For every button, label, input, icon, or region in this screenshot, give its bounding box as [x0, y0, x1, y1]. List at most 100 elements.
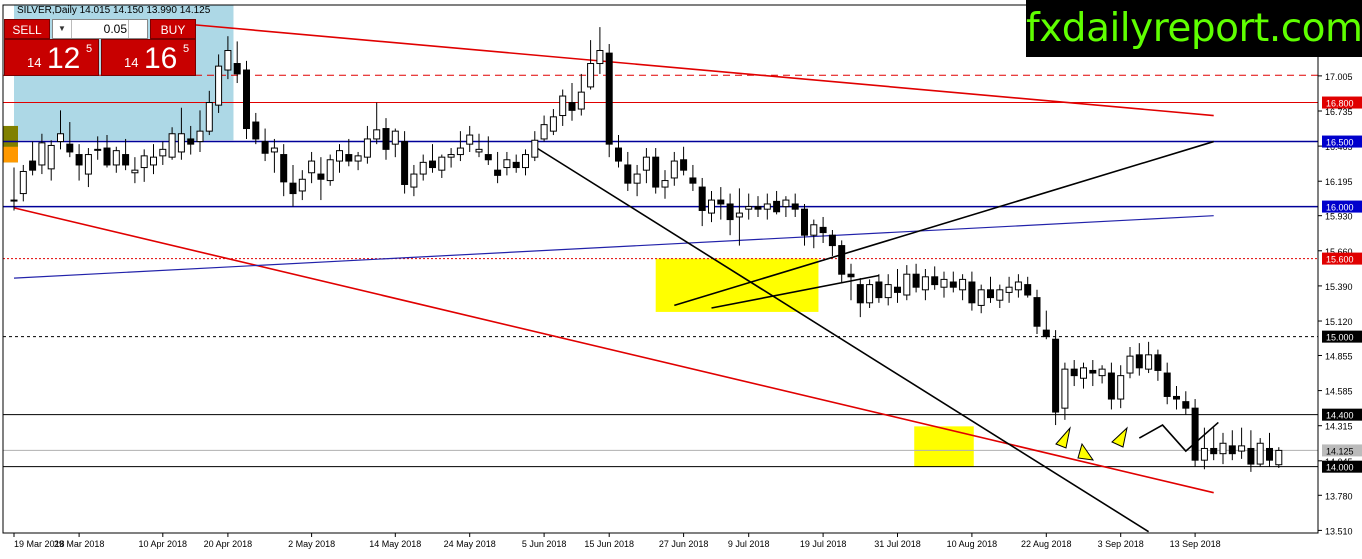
candle-body-123: [1154, 354, 1162, 371]
candle-body-49: [466, 134, 474, 145]
ask-price-point: 5: [183, 43, 190, 55]
candle-body-21: [205, 102, 213, 132]
price-badge-label-15.000: 15.000: [1326, 333, 1354, 343]
x-tick-label-13: 10 Aug 2018: [947, 539, 998, 549]
candle-body-127: [1191, 407, 1199, 461]
price-badge-label-14.000: 14.000: [1326, 463, 1354, 473]
candle-body-40: [382, 128, 390, 150]
bid-price-main: 12: [47, 42, 81, 75]
candle-body-109: [1024, 284, 1032, 296]
candle-body-131: [1228, 445, 1236, 455]
candle-body-130: [1219, 442, 1227, 455]
candle-body-136: [1275, 449, 1283, 466]
ask-price-button[interactable]: 14 16 5: [101, 39, 196, 76]
candle-body-2: [29, 160, 37, 171]
x-tick-label-2: 10 Apr 2018: [139, 539, 188, 549]
x-tick-label-5: 14 May 2018: [369, 539, 421, 549]
price-chart: 17.27517.00516.73516.46516.19515.93015.6…: [2, 4, 1362, 549]
bid-price-point: 5: [86, 43, 93, 55]
candle-body-8: [84, 154, 92, 175]
candle-body-76: [717, 199, 725, 205]
candle-body-1: [19, 170, 27, 195]
candle-body-19: [187, 138, 195, 145]
candle-body-74: [698, 186, 706, 211]
candle-body-110: [1033, 297, 1041, 327]
candle-body-121: [1135, 354, 1143, 369]
candle-body-15: [150, 156, 157, 166]
candle-body-66: [624, 164, 632, 184]
y-tick-label-11: 14.315: [1325, 422, 1353, 432]
spinner-icon[interactable]: [128, 20, 147, 38]
bid-price-prefix: 14: [27, 55, 42, 70]
candle-body-4: [47, 144, 55, 170]
sell-button[interactable]: SELL: [4, 19, 50, 39]
candle-body-12: [122, 154, 130, 166]
candle-body-59: [559, 95, 567, 117]
candle-body-129: [1210, 447, 1218, 455]
candle-body-70: [661, 180, 669, 188]
candle-body-24: [233, 63, 241, 75]
x-tick-label-1: 29 Mar 2018: [54, 539, 105, 549]
lot-size-value[interactable]: 0.05: [104, 20, 127, 38]
candle-body-64: [605, 52, 613, 145]
candle-body-13: [131, 169, 139, 174]
candle-body-54: [512, 161, 520, 169]
candle-body-128: [1200, 447, 1208, 461]
candle-body-126: [1182, 401, 1190, 409]
candle-body-63: [596, 50, 604, 65]
candle-body-16: [159, 148, 167, 157]
projection-arrow-down-icon: [1077, 442, 1095, 461]
candle-body-68: [642, 156, 650, 171]
candle-body-17: [168, 133, 176, 158]
candle-body-51: [484, 154, 492, 161]
price-badge-label-16.500: 16.500: [1326, 138, 1354, 148]
candle-body-86: [810, 224, 818, 236]
candle-body-102: [959, 278, 967, 291]
y-tick-label-5: 15.930: [1325, 212, 1353, 222]
candle-body-93: [875, 281, 883, 299]
candle-body-30: [289, 182, 297, 195]
candle-body-111: [1042, 329, 1050, 338]
x-tick-label-11: 19 Jul 2018: [800, 539, 847, 549]
candle-body-120: [1126, 355, 1134, 374]
candle-body-36: [345, 154, 353, 162]
candle-body-107: [1005, 286, 1013, 293]
candle-body-37: [354, 155, 362, 162]
candle-body-14: [140, 155, 148, 169]
x-tick-label-3: 20 Apr 2018: [204, 539, 253, 549]
candle-body-35: [336, 150, 343, 162]
price-badge-label-14.125: 14.125: [1326, 446, 1354, 456]
candle-body-45: [429, 160, 436, 169]
chart-area: 17.27517.00516.73516.46516.19515.93015.6…: [0, 0, 1362, 554]
candle-body-105: [987, 289, 994, 299]
candle-body-133: [1247, 447, 1255, 465]
candle-body-50: [475, 148, 483, 153]
bid-price-button[interactable]: 14 12 5: [4, 39, 99, 76]
candle-body-7: [75, 154, 83, 166]
candle-body-99: [931, 276, 939, 286]
y-tick-label-1: 17.005: [1325, 72, 1353, 82]
brand-logo: fxdailyreport.com: [1026, 0, 1362, 57]
lot-size-field[interactable]: ▼ 0.05: [52, 19, 148, 39]
projection-path: [1138, 421, 1219, 453]
candle-body-26: [252, 121, 260, 140]
candle-body-48: [456, 147, 464, 156]
buy-button[interactable]: BUY: [150, 19, 196, 39]
candle-body-106: [996, 289, 1004, 301]
y-tick-label-9: 14.855: [1325, 351, 1353, 361]
candle-body-29: [280, 154, 288, 183]
candle-body-108: [1014, 281, 1022, 291]
candle-body-89: [838, 245, 846, 275]
candle-body-94: [884, 284, 892, 299]
candle-body-90: [847, 273, 855, 278]
zone-marker-orange: [3, 146, 18, 163]
candle-body-125: [1173, 395, 1180, 400]
candle-body-100: [940, 278, 948, 288]
candle-body-43: [410, 173, 418, 188]
candle-body-104: [977, 289, 985, 306]
candle-body-80: [754, 206, 762, 210]
candle-body-3: [38, 142, 46, 166]
zone-yellow-2: [914, 426, 974, 467]
chevron-down-icon[interactable]: ▼: [53, 20, 72, 38]
candle-body-96: [903, 273, 911, 296]
